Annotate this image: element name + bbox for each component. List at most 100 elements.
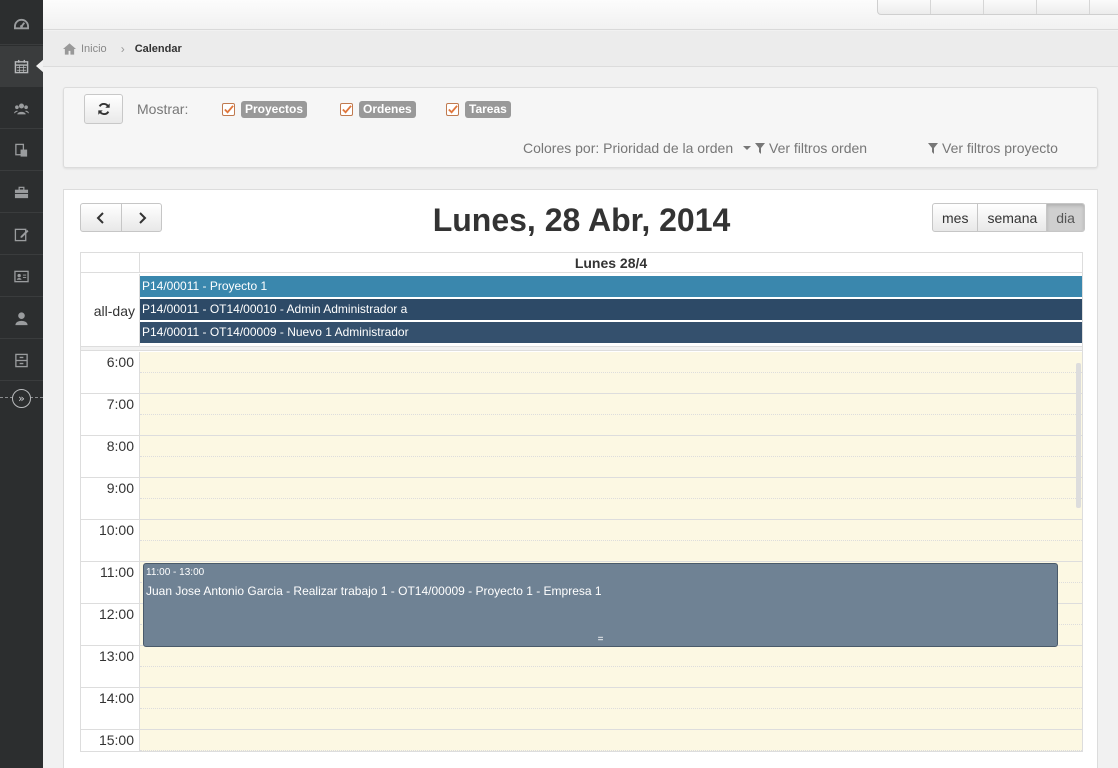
sidebar-collapse-toggle[interactable]: » xyxy=(0,387,43,409)
scrollbar[interactable] xyxy=(1076,363,1081,508)
ver-filtros-orden-label: Ver filtros orden xyxy=(769,140,868,156)
time-slot[interactable] xyxy=(140,457,1082,478)
ver-filtros-proyecto-link[interactable]: Ver filtros proyecto xyxy=(928,140,1058,156)
sidebar-item-contacts[interactable] xyxy=(0,256,43,297)
hour-label: 9:00 xyxy=(81,478,140,520)
view-switcher: mes semana dia xyxy=(932,203,1085,232)
breadcrumb-current: Calendar xyxy=(134,42,182,55)
chevron-left-icon xyxy=(96,211,104,224)
time-slot[interactable] xyxy=(140,478,1082,499)
ver-filtros-proyecto-label: Ver filtros proyecto xyxy=(942,140,1058,156)
hour-label: 11:00 xyxy=(81,562,140,604)
hour-row: 8:00 xyxy=(81,436,1082,478)
mostrar-label: Mostrar: xyxy=(137,101,189,117)
time-slot[interactable] xyxy=(140,352,1082,373)
time-slot[interactable] xyxy=(140,436,1082,457)
checkbox-proyectos[interactable]: Proyectos xyxy=(222,101,308,118)
filter-icon xyxy=(928,142,938,154)
day-header-label: Lunes 28/4 xyxy=(574,255,648,271)
calendar-nav-group xyxy=(80,203,162,232)
breadcrumb-home-label: Inicio xyxy=(81,42,107,55)
checkbox-tareas[interactable]: Tareas xyxy=(446,101,511,118)
hour-label: 7:00 xyxy=(81,394,140,436)
hour-row: 6:00 xyxy=(81,352,1082,394)
checkbox-label-ordenes: Ordenes xyxy=(359,101,416,118)
user-icon xyxy=(15,311,28,325)
sidebar-item-documents[interactable] xyxy=(0,130,43,171)
time-slot[interactable] xyxy=(140,394,1082,415)
home-icon xyxy=(63,42,76,55)
time-slot[interactable] xyxy=(140,730,1082,751)
time-slot[interactable] xyxy=(140,709,1082,730)
top-button-group xyxy=(877,0,1118,15)
checkbox-checked-icon[interactable] xyxy=(340,103,353,116)
event-title: Juan Jose Antonio Garcia - Realizar trab… xyxy=(146,584,602,598)
allday-event-proyecto[interactable]: P14/00011 - Proyecto 1 xyxy=(140,276,1082,297)
chevron-right-icon xyxy=(138,211,146,224)
dashboard-icon xyxy=(14,18,29,29)
hour-label: 15:00 xyxy=(81,730,140,751)
allday-divider xyxy=(81,347,1082,351)
time-slot[interactable] xyxy=(140,751,1082,752)
event-time: 11:00 - 13:00 xyxy=(146,567,205,578)
hour-row: 7:00 xyxy=(81,394,1082,436)
colores-por-label: Colores por: Prioridad de la orden xyxy=(523,140,734,156)
time-slot[interactable] xyxy=(140,688,1082,709)
top-button-4[interactable] xyxy=(1037,0,1090,14)
breadcrumb-home-link[interactable]: Inicio xyxy=(63,43,107,55)
hour-label: 10:00 xyxy=(81,520,140,562)
documents-icon xyxy=(15,143,28,157)
double-chevron-right-icon: » xyxy=(12,388,31,408)
time-slot[interactable] xyxy=(140,646,1082,667)
next-button[interactable] xyxy=(121,204,161,231)
view-button-dia[interactable]: dia xyxy=(1046,204,1084,231)
sidebar-item-briefcase[interactable] xyxy=(0,172,43,213)
allday-row: all-day P14/00011 - Proyecto 1 P14/00011… xyxy=(81,274,1082,347)
time-slot[interactable] xyxy=(140,499,1082,520)
time-slot[interactable] xyxy=(140,520,1082,541)
allday-label: all-day xyxy=(81,274,140,347)
top-navbar xyxy=(43,0,1118,30)
ver-filtros-orden-link[interactable]: Ver filtros orden xyxy=(755,140,867,156)
sidebar-item-dashboard[interactable] xyxy=(0,4,43,45)
colores-por-dropdown[interactable]: Colores por: Prioridad de la orden xyxy=(523,140,752,156)
sidebar-item-user[interactable] xyxy=(0,298,43,339)
hour-label: 13:00 xyxy=(81,646,140,688)
sidebar-item-cabinet[interactable] xyxy=(0,340,43,381)
calendar-icon xyxy=(14,59,29,73)
event-resize-handle[interactable]: = xyxy=(144,635,1057,645)
top-button-1[interactable] xyxy=(878,0,931,14)
allday-event-orden-09[interactable]: P14/00011 - OT14/00009 - Nuevo 1 Adminis… xyxy=(140,322,1082,343)
view-button-semana[interactable]: semana xyxy=(977,204,1046,231)
sidebar-item-edit[interactable] xyxy=(0,214,43,255)
breadcrumb: Inicio › Calendar xyxy=(43,31,1118,67)
hour-row: 10:00 xyxy=(81,520,1082,562)
top-button-5[interactable] xyxy=(1090,0,1118,14)
hour-label: 8:00 xyxy=(81,436,140,478)
refresh-button[interactable] xyxy=(84,94,123,124)
checkbox-checked-icon[interactable] xyxy=(222,103,235,116)
prev-button[interactable] xyxy=(81,204,121,231)
hour-row: 9:00 xyxy=(81,478,1082,520)
top-button-2[interactable] xyxy=(931,0,984,14)
checkbox-label-tareas: Tareas xyxy=(465,101,511,118)
checkbox-checked-icon[interactable] xyxy=(446,103,459,116)
day-view-grid: Lunes 28/4 all-day P14/00011 - Proyecto … xyxy=(80,252,1083,752)
view-button-mes[interactable]: mes xyxy=(933,204,977,231)
calendar-filter-panel: Mostrar: Proyectos Ordenes Tareas Colore… xyxy=(63,87,1098,168)
time-slot[interactable] xyxy=(140,541,1082,562)
allday-event-orden-10[interactable]: P14/00011 - OT14/00010 - Admin Administr… xyxy=(140,299,1082,320)
top-button-3[interactable] xyxy=(984,0,1037,14)
calendar-event[interactable]: 11:00 - 13:00 Juan Jose Antonio Garcia -… xyxy=(143,563,1058,647)
sidebar-item-users[interactable] xyxy=(0,88,43,129)
briefcase-icon xyxy=(14,186,29,198)
calendar-panel: Lunes, 28 Abr, 2014 mes semana dia Lunes… xyxy=(63,189,1098,768)
checkbox-ordenes[interactable]: Ordenes xyxy=(340,101,416,118)
hour-label: 14:00 xyxy=(81,688,140,730)
edit-icon xyxy=(14,228,29,241)
time-slot[interactable] xyxy=(140,415,1082,436)
refresh-icon xyxy=(97,102,110,116)
time-slot[interactable] xyxy=(140,373,1082,394)
time-slot[interactable] xyxy=(140,667,1082,688)
hour-row: 13:00 xyxy=(81,646,1082,688)
